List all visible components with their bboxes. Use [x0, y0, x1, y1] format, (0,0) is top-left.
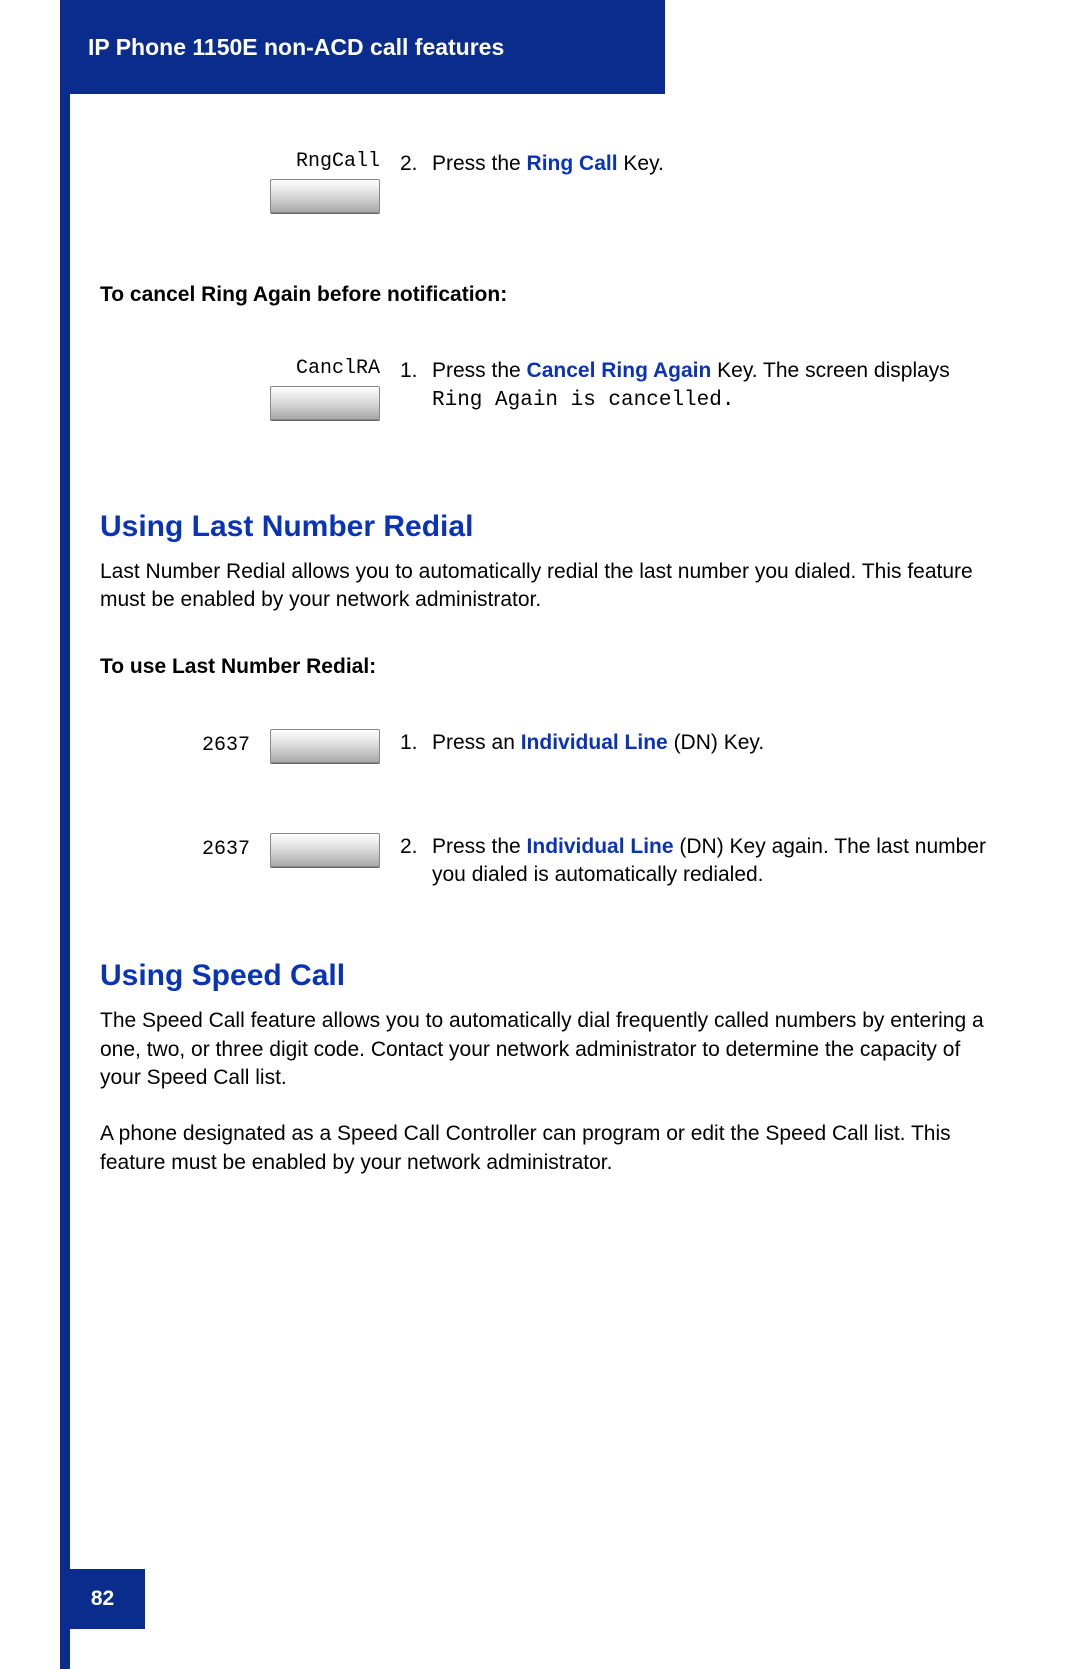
key-visual: RngCall — [100, 150, 400, 213]
softkey-button — [270, 179, 380, 213]
sub-heading-cancel: To cancel Ring Again before notification… — [100, 283, 990, 307]
key-label-2637b: 2637 — [202, 838, 250, 861]
key-label-rngcall: RngCall — [296, 150, 380, 173]
text-pre: Press the — [432, 835, 527, 858]
text-post: (DN) Key. — [668, 731, 764, 754]
key-visual: CanclRA — [100, 357, 400, 420]
content-area: RngCall 2. Press the Ring Call Key. To c… — [100, 120, 990, 1177]
key-label-2637a: 2637 — [202, 734, 250, 757]
key-label-canclra: CanclRA — [296, 357, 380, 380]
key-visual: 2637 — [100, 833, 400, 867]
step-body: Press the Individual Line (DN) Key again… — [432, 833, 990, 890]
key-visual: 2637 — [100, 729, 400, 763]
text-blue: Cancel Ring Again — [527, 359, 712, 382]
step-number: 2. — [400, 833, 432, 890]
page-number-box: 82 — [60, 1569, 145, 1629]
body-text-speed2: A phone designated as a Speed Call Contr… — [100, 1120, 990, 1177]
text-pre: Press an — [432, 731, 521, 754]
text-blue: Ring Call — [527, 152, 618, 175]
header-title: IP Phone 1150E non-ACD call features — [88, 34, 504, 61]
text-pre: Press the — [432, 359, 527, 382]
page-number: 82 — [91, 1587, 114, 1611]
step-body: Press an Individual Line (DN) Key. — [432, 729, 990, 757]
text-blue: Individual Line — [527, 835, 674, 858]
step-text: 2. Press the Ring Call Key. — [400, 150, 990, 178]
section-heading-redial: Using Last Number Redial — [100, 510, 990, 544]
text-mono: Ring Again is cancelled. — [432, 389, 734, 412]
text-blue: Individual Line — [521, 731, 668, 754]
left-stripe — [60, 0, 70, 1669]
step-text: 1. Press the Cancel Ring Again Key. The … — [400, 357, 990, 416]
text-mid: Key. The screen displays — [711, 359, 950, 382]
step-number: 1. — [400, 729, 432, 757]
step-text: 2. Press the Individual Line (DN) Key ag… — [400, 833, 990, 890]
step-text: 1. Press an Individual Line (DN) Key. — [400, 729, 990, 757]
step-dn1: 2637 1. Press an Individual Line (DN) Ke… — [100, 729, 990, 763]
softkey-button — [270, 386, 380, 420]
step-number: 2. — [400, 150, 432, 178]
body-text-speed1: The Speed Call feature allows you to aut… — [100, 1007, 990, 1092]
document-page: IP Phone 1150E non-ACD call features Rng… — [0, 0, 1080, 1669]
step-body: Press the Cancel Ring Again Key. The scr… — [432, 357, 990, 416]
step-dn2: 2637 2. Press the Individual Line (DN) K… — [100, 833, 990, 890]
text-pre: Press the — [432, 152, 527, 175]
step-cancelra: CanclRA 1. Press the Cancel Ring Again K… — [100, 357, 990, 420]
step-ringcall: RngCall 2. Press the Ring Call Key. — [100, 150, 990, 213]
text-post: Key. — [618, 152, 664, 175]
step-body: Press the Ring Call Key. — [432, 150, 990, 178]
body-text-redial: Last Number Redial allows you to automat… — [100, 558, 990, 615]
step-number: 1. — [400, 357, 432, 416]
page-header: IP Phone 1150E non-ACD call features — [60, 0, 665, 94]
section-heading-speed: Using Speed Call — [100, 959, 990, 993]
sub-heading-redial: To use Last Number Redial: — [100, 655, 990, 679]
softkey-button — [270, 833, 380, 867]
softkey-button — [270, 729, 380, 763]
